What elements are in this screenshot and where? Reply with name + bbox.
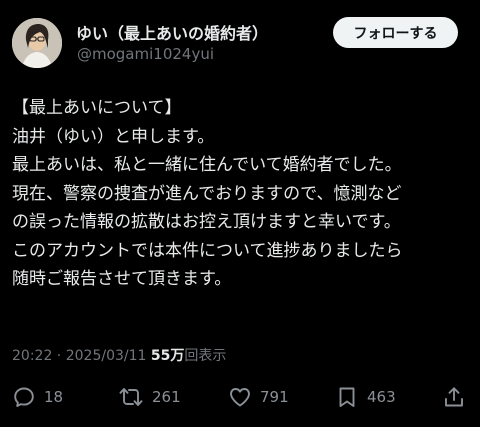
post-time[interactable]: 20:22: [12, 348, 52, 364]
repost-button[interactable]: 261: [118, 384, 181, 410]
repost-icon: [119, 388, 143, 406]
like-count: 791: [260, 388, 289, 406]
views-count: 55万: [150, 348, 185, 364]
repost-count: 261: [152, 388, 181, 406]
action-bar: 18 261 791 463: [0, 384, 480, 410]
reply-count: 18: [44, 388, 64, 406]
bookmark-count: 463: [367, 388, 396, 406]
bookmark-button[interactable]: 463: [335, 384, 396, 410]
share-icon: [445, 387, 463, 407]
follow-button[interactable]: フォローする: [333, 17, 458, 48]
views-label: 回表示: [184, 348, 227, 364]
post-container: ゆい（最上あいの婚約者） @mogami1024yui フォローする 【最上あい…: [0, 0, 480, 427]
post-text-line: 【最上あいについて】: [12, 98, 182, 118]
post-text-line: 随時ご報告させて頂きます。: [12, 269, 232, 289]
like-button[interactable]: 791: [228, 384, 289, 410]
user-photo-icon: [12, 18, 62, 68]
post-text-line: の誤った情報の拡散はお控え頂けますと幸いです。: [12, 212, 401, 232]
post-text-line: このアカウントでは本件について進捗ありましたら: [12, 240, 403, 261]
meta-separator: ·: [52, 348, 66, 364]
heart-icon: [230, 388, 250, 407]
post-text-line: 現在、警察の捜査が進んでおりますので、憶測など: [12, 183, 402, 204]
avatar[interactable]: [12, 18, 62, 68]
reply-icon: [14, 387, 34, 407]
post-text-line: 油井（ゆい）と申します。: [12, 126, 215, 147]
bookmark-icon: [339, 387, 355, 407]
post-date[interactable]: 2025/03/11: [66, 348, 147, 364]
user-handle[interactable]: @mogami1024yui: [77, 45, 214, 63]
post-meta: 20:22 · 2025/03/11 55万回表示: [12, 345, 226, 365]
reply-button[interactable]: 18: [12, 384, 63, 410]
post-text-line: 最上あいは、私と一緒に住んでいて婚約者でした。: [12, 155, 402, 175]
post-text: 【最上あいについて】 油井（ゆい）と申します。 最上あいは、私と一緒に住んでいて…: [12, 94, 474, 294]
share-button[interactable]: [442, 384, 466, 410]
display-name[interactable]: ゆい（最上あいの婚約者）: [76, 20, 268, 44]
